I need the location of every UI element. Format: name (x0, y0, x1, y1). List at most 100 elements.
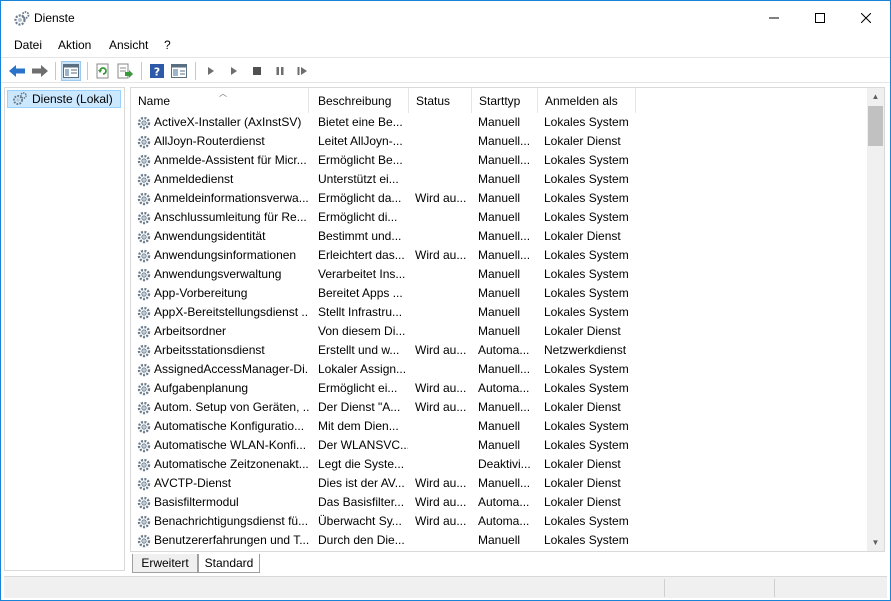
service-row[interactable]: AVCTP-Dienst Dies ist der AV... Wird au...… (131, 474, 867, 493)
service-name: Anwendungsidentität (154, 229, 266, 243)
scroll-up-icon[interactable]: ▲ (867, 88, 884, 105)
service-row[interactable]: Automatische WLAN-Konfi... Der WLANSVC...… (131, 436, 867, 455)
service-status (415, 208, 471, 227)
service-logon-as: Lokales System (544, 210, 629, 224)
service-row[interactable]: Anwendungsidentität Bestimmt und... Manuel… (131, 227, 867, 246)
service-status: Wird au... (415, 381, 467, 395)
service-gear-icon (136, 379, 153, 398)
service-startup-type: Manuell... (478, 400, 531, 414)
service-logon-as: Lokaler Dienst (544, 229, 621, 243)
service-row[interactable]: Anmelde-Assistent für Micr... Ermöglicht … (131, 151, 867, 170)
maximize-button[interactable] (797, 1, 843, 35)
service-description: Das Basisfilter... (318, 495, 405, 509)
menu-aktion[interactable]: Aktion (58, 38, 91, 52)
service-row[interactable]: Anschlussumleitung für Re... Ermöglicht d… (131, 208, 867, 227)
service-startup-type: Automa... (478, 514, 530, 528)
service-gear-icon (136, 208, 153, 227)
tab-standard[interactable]: Standard (198, 554, 260, 573)
service-row[interactable]: Anwendungsverwaltung Verarbeitet Ins... Ma… (131, 265, 867, 284)
service-row[interactable]: AllJoyn-Routerdienst Leitet AllJoyn-... Ma… (131, 132, 867, 151)
service-status (415, 303, 471, 322)
service-row[interactable]: Anmeldedienst Unterstützt ei... Manuell Lok… (131, 170, 867, 189)
service-name: Arbeitsstationsdienst (154, 343, 265, 357)
start-service-alt-button[interactable] (224, 61, 244, 81)
column-header-status[interactable]: Status (409, 88, 472, 113)
service-logon-as: Lokales System (544, 362, 629, 376)
back-button[interactable] (7, 61, 27, 81)
service-status: Wird au... (415, 191, 467, 205)
service-gear-icon (136, 398, 153, 417)
service-startup-type: Manuell (478, 533, 521, 547)
service-name: Anmeldedienst (154, 172, 234, 186)
service-row[interactable]: AppX-Bereitstellungsdienst ... Stellt Inf… (131, 303, 867, 322)
service-gear-icon (136, 132, 153, 151)
service-row[interactable]: Anmeldeinformationsverwa... Ermöglicht da… (131, 189, 867, 208)
properties-button[interactable] (169, 61, 189, 81)
stop-service-button[interactable] (247, 61, 267, 81)
export-list-button[interactable] (115, 61, 135, 81)
column-header-startup-type[interactable]: Starttyp (472, 88, 538, 113)
service-row[interactable]: Basisfiltermodul Das Basisfilter... Wird a… (131, 493, 867, 512)
column-header-logon-as[interactable]: Anmelden als (538, 88, 636, 113)
close-icon (861, 13, 871, 23)
scrollbar-thumb[interactable] (868, 106, 883, 146)
menu-datei[interactable]: Datei (14, 38, 42, 52)
service-logon-as: Lokales System (544, 191, 629, 205)
service-logon-as: Lokaler Dienst (544, 495, 621, 509)
service-gear-icon (136, 113, 153, 132)
menu-ansicht[interactable]: Ansicht (109, 38, 148, 52)
service-row[interactable]: Automatische Konfiguratio... Mit dem Dien… (131, 417, 867, 436)
service-row[interactable]: Arbeitsordner Von diesem Di... Manuell Loka… (131, 322, 867, 341)
forward-button[interactable] (30, 61, 50, 81)
service-description: Mit dem Dien... (318, 419, 399, 433)
refresh-button[interactable] (93, 61, 113, 81)
service-row[interactable]: Benutzererfahrungen und T... Durch den Di… (131, 531, 867, 550)
console-tree-button[interactable] (61, 61, 81, 81)
service-name: Automatische WLAN-Konfi... (154, 438, 307, 452)
service-name: Automatische Zeitzonenakt... (154, 457, 309, 471)
status-bar (4, 576, 887, 598)
menu-help[interactable]: ? (164, 38, 171, 52)
service-logon-as: Lokaler Dienst (544, 324, 621, 338)
service-row[interactable]: Arbeitsstationsdienst Erstellt und w... Wi… (131, 341, 867, 360)
column-header-name[interactable]: Name (131, 88, 309, 113)
service-startup-type: Manuell (478, 286, 521, 300)
service-status: Wird au... (415, 514, 467, 528)
column-header-description[interactable]: Beschreibung (311, 88, 409, 113)
service-status (415, 265, 471, 284)
minimize-button[interactable] (751, 1, 797, 35)
tab-extended[interactable]: Erweitert (132, 554, 198, 573)
service-description: Leitet AllJoyn-... (318, 134, 403, 148)
service-row[interactable]: Anwendungsinformationen Erleichtert das..… (131, 246, 867, 265)
service-gear-icon (136, 512, 153, 531)
scroll-down-icon[interactable]: ▼ (867, 534, 884, 551)
service-row[interactable]: Benachrichtigungsdienst fü... Überwacht S… (131, 512, 867, 531)
service-logon-as: Lokales System (544, 248, 629, 262)
service-row[interactable]: Autom. Setup von Geräten, ... Der Dienst … (131, 398, 867, 417)
title-bar: Dienste (1, 1, 890, 35)
vertical-scrollbar[interactable]: ▲ ▼ (867, 88, 884, 551)
service-gear-icon (136, 341, 153, 360)
service-startup-type: Manuell (478, 210, 521, 224)
service-row[interactable]: AssignedAccessManager-Di... Lokaler Assig… (131, 360, 867, 379)
help-button[interactable]: ? (147, 61, 167, 81)
service-row[interactable]: ActiveX-Installer (AxInstSV) Bietet eine … (131, 113, 867, 132)
service-name: ActiveX-Installer (AxInstSV) (154, 115, 302, 129)
close-button[interactable] (843, 1, 889, 35)
service-logon-as: Lokales System (544, 267, 629, 281)
service-gear-icon (136, 360, 153, 379)
tree-item-services-local[interactable]: Dienste (Lokal) (7, 90, 121, 108)
service-gear-icon (136, 531, 153, 550)
service-row[interactable]: Automatische Zeitzonenakt... Legt die Sys… (131, 455, 867, 474)
pause-service-button[interactable] (270, 61, 290, 81)
service-row[interactable]: App-Vorbereitung Bereitet Apps ... Manuell… (131, 284, 867, 303)
service-description: Durch den Die... (318, 533, 405, 547)
tree-item-label: Dienste (Lokal) (32, 92, 113, 106)
restart-service-button[interactable] (293, 61, 313, 81)
services-list: ︿ Name Beschreibung Status Starttyp Anme… (130, 87, 885, 552)
start-service-button[interactable] (201, 61, 221, 81)
service-logon-as: Lokales System (544, 172, 629, 186)
service-logon-as: Lokales System (544, 419, 629, 433)
service-row[interactable]: Aufgabenplanung Ermöglicht ei... Wird au..… (131, 379, 867, 398)
service-logon-as: Lokales System (544, 381, 629, 395)
